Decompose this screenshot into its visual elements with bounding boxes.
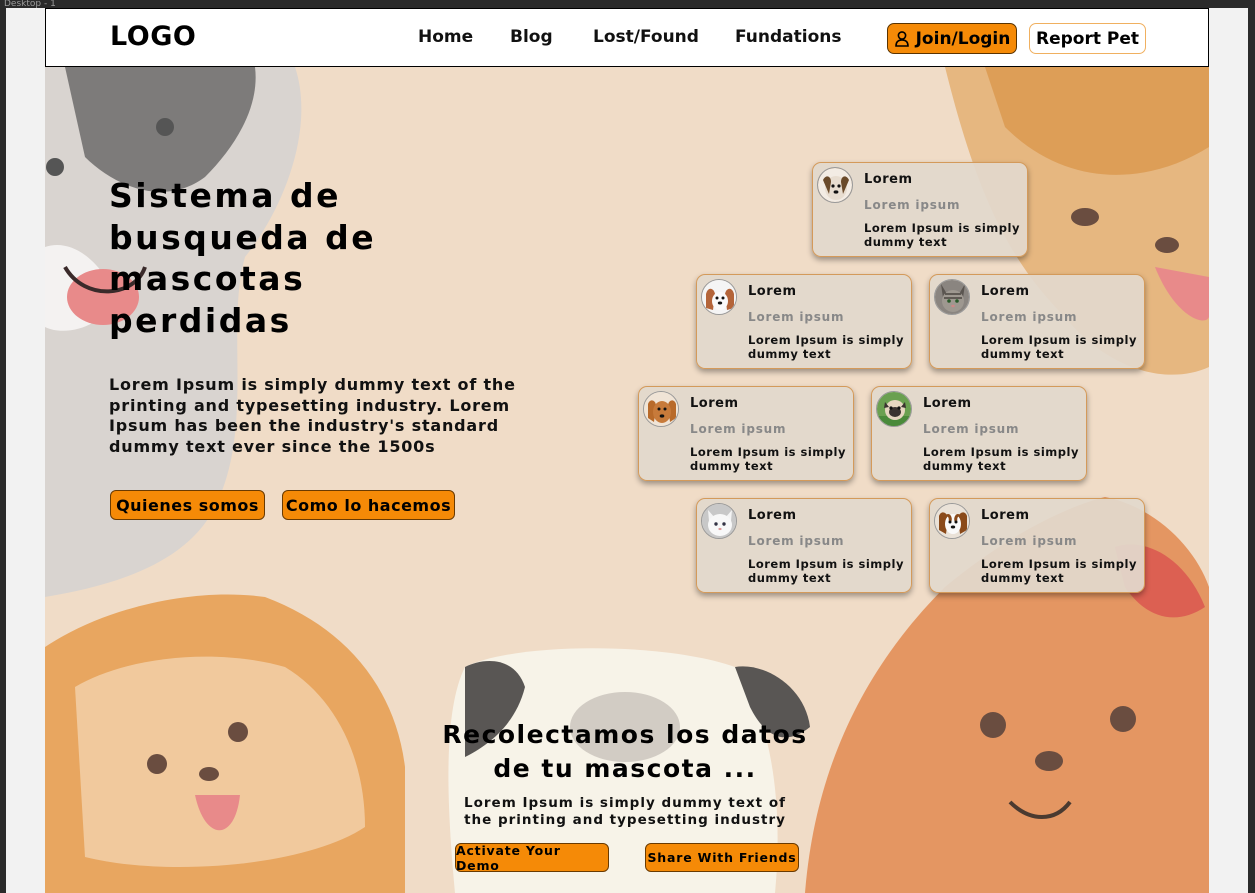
pet-avatar — [876, 391, 912, 427]
nav-link-blog[interactable]: Blog — [510, 27, 553, 47]
logo[interactable]: LOGO — [110, 21, 196, 52]
pet-card[interactable]: Lorem Lorem ipsum Lorem Ipsum is simply … — [929, 274, 1145, 369]
pet-card-title: Lorem — [748, 508, 797, 523]
pet-card[interactable]: Lorem Lorem ipsum Lorem Ipsum is simply … — [696, 498, 912, 593]
pet-card-title: Lorem — [690, 396, 739, 411]
hero-title: Sistema de busqueda de mascotas perdidas — [109, 176, 377, 340]
pet-avatar — [934, 279, 970, 315]
pet-card-title: Lorem — [981, 284, 1030, 299]
report-pet-button[interactable]: Report Pet — [1029, 23, 1146, 54]
nav-link-home[interactable]: Home — [418, 27, 473, 47]
pet-card-subtitle: Lorem ipsum — [748, 310, 845, 324]
pet-card-title: Lorem — [923, 396, 972, 411]
pet-card[interactable]: Lorem Lorem ipsum Lorem Ipsum is simply … — [638, 386, 854, 481]
activate-demo-button[interactable]: Activate Your Demo — [455, 843, 609, 873]
pet-card-subtitle: Lorem ipsum — [981, 534, 1078, 548]
nav-link-fundations[interactable]: Fundations — [735, 27, 841, 47]
join-login-label: Join/Login — [915, 28, 1011, 49]
pet-card-description: Lorem Ipsum is simply dummy text — [748, 557, 904, 585]
pet-card-title: Lorem — [981, 508, 1030, 523]
pet-card-subtitle: Lorem ipsum — [864, 198, 961, 212]
pet-card[interactable]: Lorem Lorem ipsum Lorem Ipsum is simply … — [812, 162, 1028, 257]
pet-card-title: Lorem — [748, 284, 797, 299]
pet-card-subtitle: Lorem ipsum — [748, 534, 845, 548]
pet-card-subtitle: Lorem ipsum — [923, 422, 1020, 436]
pet-card[interactable]: Lorem Lorem ipsum Lorem Ipsum is simply … — [696, 274, 912, 369]
share-with-friends-button[interactable]: Share With Friends — [645, 843, 799, 872]
nav-link-lost-found[interactable]: Lost/Found — [593, 27, 699, 47]
pet-card-description: Lorem Ipsum is simply dummy text — [923, 445, 1079, 473]
pet-card-description: Lorem Ipsum is simply dummy text — [690, 445, 846, 473]
pet-avatar — [701, 503, 737, 539]
pet-card[interactable]: Lorem Lorem ipsum Lorem Ipsum is simply … — [929, 498, 1145, 593]
window-strip: Desktop - 1 — [0, 0, 1255, 8]
pet-avatar — [934, 503, 970, 539]
navbar: LOGO Home Blog Lost/Found Fundations Joi… — [45, 8, 1209, 67]
pet-card-description: Lorem Ipsum is simply dummy text — [981, 557, 1137, 585]
pet-card[interactable]: Lorem Lorem ipsum Lorem Ipsum is simply … — [871, 386, 1087, 481]
window-strip-label: Desktop - 1 — [4, 0, 56, 8]
about-us-button[interactable]: Quienes somos — [110, 490, 265, 520]
pet-card-description: Lorem Ipsum is simply dummy text — [864, 221, 1020, 249]
hero-description: Lorem Ipsum is simply dummy text of the … — [109, 375, 516, 456]
pet-card-title: Lorem — [864, 172, 913, 187]
bottom-description: Lorem Ipsum is simply dummy text of the … — [464, 795, 786, 828]
pet-card-description: Lorem Ipsum is simply dummy text — [981, 333, 1137, 361]
pet-card-description: Lorem Ipsum is simply dummy text — [748, 333, 904, 361]
pet-avatar — [701, 279, 737, 315]
landing-page-frame: LOGO Home Blog Lost/Found Fundations Joi… — [45, 8, 1209, 893]
pet-card-subtitle: Lorem ipsum — [690, 422, 787, 436]
bottom-title: Recolectamos los datos de tu mascota ... — [442, 720, 808, 783]
user-icon — [894, 30, 909, 47]
pet-avatar — [817, 167, 853, 203]
join-login-button[interactable]: Join/Login — [887, 23, 1017, 54]
pet-avatar — [643, 391, 679, 427]
pet-card-subtitle: Lorem ipsum — [981, 310, 1078, 324]
how-we-do-it-button[interactable]: Como lo hacemos — [282, 490, 455, 520]
